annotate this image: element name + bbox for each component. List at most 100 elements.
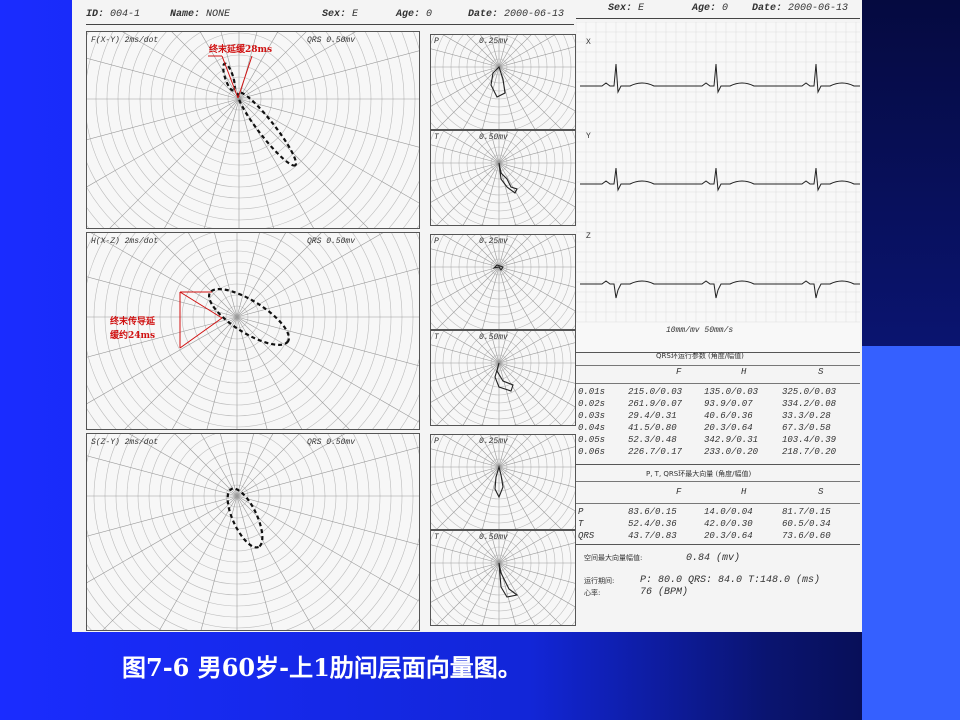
duration-value: P: 80.0 QRS: 84.0 T:148.0 (ms) — [640, 575, 821, 586]
qrs_table-cell: 226.7/0.17 — [628, 447, 683, 457]
qrs_table-cell: 261.9/0.07 — [628, 399, 683, 409]
ecg-svg — [575, 21, 862, 323]
p-loop-panel-2: P 0.25mv — [430, 234, 576, 330]
qrs_table-cell: 52.3/0.48 — [628, 435, 677, 445]
header-right-sex: Sex: E — [608, 3, 645, 14]
header-right-date: Date: 2000-06-13 — [752, 3, 849, 14]
background-decoration-bottom — [862, 346, 960, 720]
qrs-col-f: F — [676, 367, 682, 377]
max_table-cell: 52.4/0.36 — [628, 519, 677, 529]
max-table-title: P, T, QRS环最大向量 (角度/幅值) — [646, 470, 752, 478]
ecg-lead-trace-y — [580, 167, 862, 192]
p-loop-label-1: P — [434, 37, 439, 46]
t-loop-scale-2: 0.50mv — [479, 333, 508, 342]
horizontal-annotation-line2: 缓约24ms — [110, 331, 156, 341]
t-loop-panel-2: T 0.50mv — [430, 330, 576, 426]
qrs_table-cell: 33.3/0.28 — [782, 411, 831, 421]
p-loop-plot-2 — [431, 235, 575, 329]
t-loop-plot-2 — [431, 331, 575, 425]
loop-scale-1: QRS 0.50mv — [307, 36, 356, 45]
qrs_table-cell: 93.9/0.07 — [704, 399, 753, 409]
max_table-cell: T — [578, 519, 584, 529]
t-loop-label-1: T — [434, 133, 439, 142]
qrs_table-cell: 218.7/0.20 — [782, 447, 837, 457]
t-loop-label-2: T — [434, 333, 439, 342]
loop-scale-2: QRS 0.50mv — [307, 237, 356, 246]
max-col-s: S — [818, 487, 824, 497]
max_table-cell: P — [578, 507, 584, 517]
header-divider — [86, 24, 574, 25]
qrs_table-cell: 40.6/0.36 — [704, 411, 753, 421]
qrs_table-cell: 0.01s — [578, 387, 606, 397]
header-age: Age: 0 — [396, 9, 433, 20]
space-max-label: 空间最大向量幅值: — [584, 554, 643, 562]
qrs_table-cell: 0.05s — [578, 435, 606, 445]
qrs_table-cell: 325.0/0.03 — [782, 387, 837, 397]
frontal-annotation: 终末延缓28ms — [209, 45, 273, 55]
qrs_table-cell: 67.3/0.58 — [782, 423, 831, 433]
max_table-cell: QRS — [578, 531, 595, 541]
p-loop-label-3: P — [434, 437, 439, 446]
loop-title-1: F(X-Y) 2ms/dot — [91, 36, 159, 45]
loop-title-3: S(Z-Y) 2ms/dot — [91, 438, 159, 447]
ecg-lead-trace-x — [580, 63, 862, 94]
lead-x-label: X — [586, 38, 591, 47]
horizontal-annotation-line1: 终末传导延 — [110, 317, 156, 327]
lead-z-label: Z — [586, 232, 591, 241]
p-loop-plot-3 — [431, 435, 575, 529]
background-decoration-top — [862, 0, 960, 346]
header-name: Name: NONE — [170, 9, 231, 20]
max_table-cell: 83.6/0.15 — [628, 507, 677, 517]
qrs-loop-plot-3 — [87, 434, 419, 630]
max-vector-table: P, T, QRS环最大向量 (角度/幅值) F H S P 83.6/0.15 1… — [576, 464, 860, 547]
p-loop-label-2: P — [434, 237, 439, 246]
qrs_table-cell: 0.03s — [578, 411, 606, 421]
qrs_table-cell: 342.9/0.31 — [704, 435, 759, 445]
qrs-parameter-table: QRS环运行参数 (角度/幅值) F H S 0.01s 215.0/0.03 13… — [576, 352, 860, 465]
max_table-cell: 43.7/0.83 — [628, 531, 677, 541]
t-loop-label-3: T — [434, 533, 439, 542]
figure-caption: 图7-6 男60岁-上1肋间层面向量图。 — [122, 653, 522, 682]
t-loop-scale-3: 0.50mv — [479, 533, 508, 542]
heart-rate-value: 76 (BPM) — [640, 587, 689, 598]
header-sex: Sex: E — [322, 9, 359, 20]
lead-y-label: Y — [586, 132, 591, 141]
t-loop-panel-1: T 0.50mv — [430, 130, 576, 226]
qrs_table-cell: 41.5/0.80 — [628, 423, 677, 433]
qrs_table-cell: 20.3/0.64 — [704, 423, 753, 433]
qrs_table-cell: 233.0/0.20 — [704, 447, 759, 457]
t-loop-plot-3 — [431, 531, 575, 625]
qrs_table-cell: 103.4/0.39 — [782, 435, 837, 445]
t-loop-plot-1 — [431, 131, 575, 225]
header-right-age: Age: 0 — [692, 3, 729, 14]
ecg-strips: X Y Z 10mm/mv 50mm/s — [575, 21, 862, 352]
t-loop-panel-3: T 0.50mv — [430, 530, 576, 626]
qrs-loop-plot-1 — [87, 32, 419, 228]
qrs_table-cell: 334.2/0.08 — [782, 399, 837, 409]
qrs-col-h: H — [741, 367, 747, 377]
p-loop-panel-3: P 0.25mv — [430, 434, 576, 530]
qrs_table-cell: 135.0/0.03 — [704, 387, 759, 397]
p-loop-scale-2: 0.25mv — [479, 237, 508, 246]
max_table-cell: 81.7/0.15 — [782, 507, 831, 517]
heart-rate-label: 心率: — [584, 589, 601, 597]
loop-scale-3: QRS 0.50mv — [307, 438, 356, 447]
p-loop-panel-1: P 0.25mv — [430, 34, 576, 130]
ecg-lead-trace-z — [580, 280, 862, 299]
p-loop-scale-1: 0.25mv — [479, 37, 508, 46]
max_table-cell: 73.6/0.60 — [782, 531, 831, 541]
qrs_table-cell: 0.06s — [578, 447, 606, 457]
duration-label: 运行期间: — [584, 577, 615, 585]
p-loop-scale-3: 0.25mv — [479, 437, 508, 446]
qrs_table-cell: 0.02s — [578, 399, 606, 409]
space-max-value: 0.84 (mv) — [686, 553, 741, 564]
vectorcardiogram-report: ID: 004-1 Name: NONE Sex: E Age: 0 Date:… — [72, 0, 862, 632]
qrs-loop-panel-3: S(Z-Y) 2ms/dot QRS 0.50mv — [86, 433, 420, 631]
ecg-speed: 10mm/mv 50mm/s — [666, 326, 734, 335]
header-id: ID: 004-1 — [86, 9, 141, 20]
t-loop-scale-1: 0.50mv — [479, 133, 508, 142]
loop-title-2: H(X-Z) 2ms/dot — [91, 237, 159, 246]
max_table-cell: 60.5/0.34 — [782, 519, 831, 529]
qrs_table-cell: 29.4/0.31 — [628, 411, 677, 421]
max_table-cell: 14.0/0.04 — [704, 507, 753, 517]
